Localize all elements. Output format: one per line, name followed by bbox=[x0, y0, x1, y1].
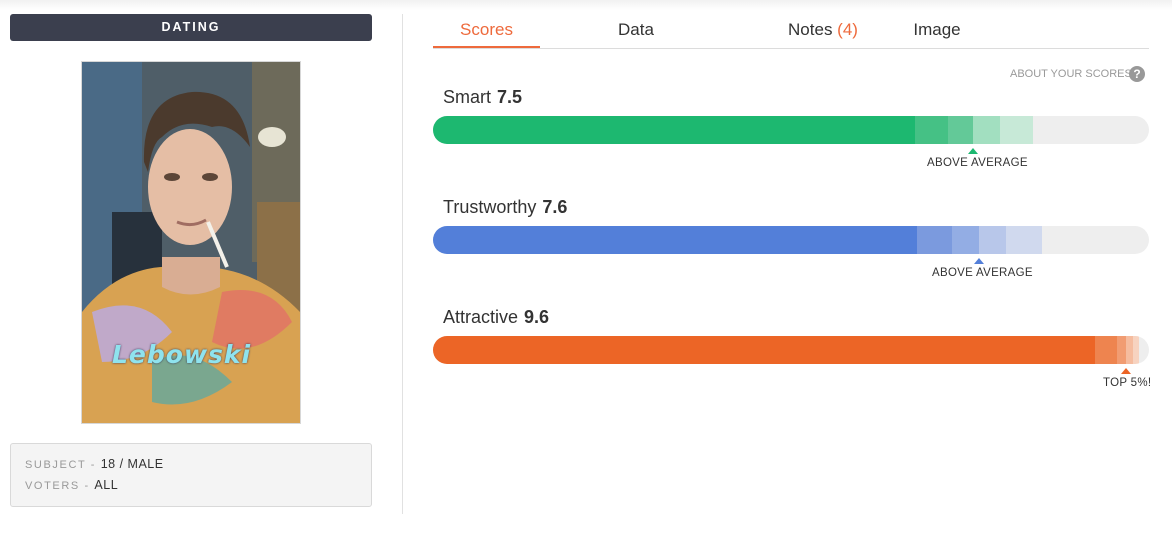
score-rating-smart: ABOVE AVERAGE bbox=[927, 157, 1028, 169]
bar-range-segment bbox=[952, 226, 979, 254]
column-divider bbox=[402, 14, 403, 514]
bar-range-segment bbox=[915, 116, 948, 144]
subject-photo: Lebowski bbox=[81, 61, 301, 424]
tab-scores[interactable]: Scores bbox=[433, 15, 540, 48]
tab-notes-label: Notes bbox=[788, 20, 838, 39]
tab-data[interactable]: Data bbox=[584, 15, 688, 46]
bar-range-segment bbox=[1095, 336, 1117, 364]
tab-scores-label: Scores bbox=[460, 20, 513, 39]
subject-key: SUBJECT - bbox=[25, 459, 101, 471]
score-rating-trustworthy: ABOVE AVERAGE bbox=[932, 267, 1033, 279]
category-header: DATING bbox=[10, 14, 372, 41]
tab-image-label: Image bbox=[913, 20, 961, 39]
score-bar-trustworthy bbox=[433, 226, 1149, 254]
score-marker bbox=[974, 258, 984, 264]
score-label-smart: Smart 7.5 bbox=[443, 87, 522, 108]
subject-row: SUBJECT - 18 / MALE bbox=[25, 457, 164, 471]
score-value: 9.6 bbox=[524, 307, 550, 327]
bar-range-segment bbox=[1006, 226, 1042, 254]
bar-fill bbox=[433, 226, 918, 254]
score-value: 7.5 bbox=[497, 87, 523, 107]
bar-range-segment bbox=[979, 226, 1006, 254]
about-your-scores-link[interactable]: ABOUT YOUR SCORES bbox=[1010, 66, 1132, 82]
voters-key: VOTERS - bbox=[25, 480, 95, 492]
bar-fill bbox=[433, 116, 916, 144]
bar-range-segment bbox=[973, 116, 1000, 144]
bar-range-segment bbox=[1133, 336, 1139, 364]
score-marker bbox=[968, 148, 978, 154]
bar-range-segment bbox=[1117, 336, 1126, 364]
tab-data-label: Data bbox=[618, 20, 654, 39]
tab-image[interactable]: Image bbox=[887, 15, 987, 46]
score-name: Attractive bbox=[443, 307, 519, 327]
subject-info-panel: SUBJECT - 18 / MALE VOTERS - ALL bbox=[10, 443, 372, 507]
score-value: 7.6 bbox=[542, 197, 568, 217]
bar-range-segment bbox=[948, 116, 973, 144]
voters-value: ALL bbox=[94, 478, 119, 492]
bar-range-segment bbox=[917, 226, 952, 254]
bar-fill bbox=[433, 336, 1096, 364]
photo-caption: Lebowski bbox=[112, 340, 252, 369]
subject-value: 18 / MALE bbox=[100, 457, 164, 471]
bar-range-segment bbox=[1126, 336, 1133, 364]
score-bar-attractive bbox=[433, 336, 1149, 364]
tab-bar: Scores Data Notes (4) Image bbox=[433, 15, 1149, 49]
help-icon[interactable]: ? bbox=[1129, 66, 1145, 82]
score-label-attractive: Attractive 9.6 bbox=[443, 307, 549, 328]
score-rating-attractive: TOP 5%! bbox=[1103, 377, 1152, 389]
score-bar-smart bbox=[433, 116, 1149, 144]
voters-row: VOTERS - ALL bbox=[25, 478, 118, 492]
score-label-trustworthy: Trustworthy 7.6 bbox=[443, 197, 567, 218]
notes-count-badge: (4) bbox=[837, 20, 858, 39]
score-name: Smart bbox=[443, 87, 492, 107]
score-name: Trustworthy bbox=[443, 197, 537, 217]
tab-notes[interactable]: Notes (4) bbox=[733, 15, 913, 46]
sidebar: DATING Lebowski SUBJECT - 18 / MALE VOTE… bbox=[10, 0, 372, 535]
score-marker bbox=[1121, 368, 1131, 374]
bar-range-segment bbox=[1000, 116, 1033, 144]
